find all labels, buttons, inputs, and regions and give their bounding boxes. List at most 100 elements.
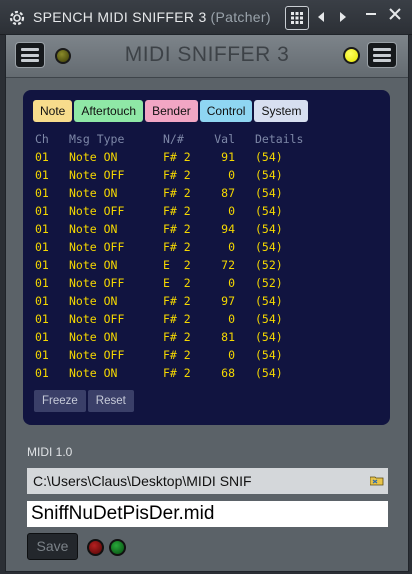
log-row: 01 Note OFF F# 2 0 (54) — [35, 310, 385, 328]
filter-aftertouch[interactable]: Aftertouch — [74, 100, 144, 122]
log-row: 01 Note ON E 2 72 (52) — [35, 256, 385, 274]
col-val: Val — [214, 132, 235, 146]
cell-val: 0 — [228, 240, 235, 254]
cell-ch: 01 — [35, 186, 49, 200]
minimize-icon[interactable] — [366, 13, 376, 15]
menu-right-button[interactable] — [367, 42, 397, 68]
cell-note: F# 2 — [163, 366, 191, 380]
folder-path-field[interactable]: C:\Users\Claus\Desktop\MIDI SNIF — [27, 468, 388, 494]
cell-note: E 2 — [163, 276, 191, 290]
filter-system[interactable]: System — [254, 100, 309, 122]
reset-button[interactable]: Reset — [87, 390, 134, 412]
cell-msg-type: Note OFF — [69, 168, 125, 182]
status-led-red — [87, 539, 104, 556]
cell-val: 0 — [228, 168, 235, 182]
grid-icon[interactable] — [285, 6, 309, 30]
cell-ch: 01 — [35, 312, 49, 326]
cell-note: F# 2 — [163, 330, 191, 344]
close-icon[interactable] — [388, 7, 402, 21]
cell-ch: 01 — [35, 150, 49, 164]
log-header: Ch Msg Type N/# Val Details — [35, 130, 385, 148]
log-row: 01 Note ON F# 2 87 (54) — [35, 184, 385, 202]
cell-details: (54) — [255, 312, 283, 326]
log-row: 01 Note ON F# 2 94 (54) — [35, 220, 385, 238]
cell-msg-type: Note ON — [69, 186, 118, 200]
cell-val: 72 — [221, 258, 235, 272]
log-row: 01 Note OFF F# 2 0 (54) — [35, 166, 385, 184]
cell-ch: 01 — [35, 366, 49, 380]
cell-val: 0 — [228, 204, 235, 218]
message-log: Ch Msg Type N/# Val Details 01 Note ON F# … — [35, 130, 385, 382]
plugin-header: MIDI SNIFFER 3 — [6, 35, 408, 78]
cell-val: 87 — [221, 186, 235, 200]
gear-icon[interactable] — [8, 9, 26, 27]
log-row: 01 Note ON F# 2 91 (54) — [35, 148, 385, 166]
cell-details: (54) — [255, 186, 283, 200]
cell-msg-type: Note OFF — [69, 348, 125, 362]
cell-note: F# 2 — [163, 294, 191, 308]
cell-val: 94 — [221, 222, 235, 236]
log-row: 01 Note OFF E 2 0 (52) — [35, 274, 385, 292]
window-title-text: SPENCH MIDI SNIFFER 3 — [33, 9, 207, 25]
cell-note: F# 2 — [163, 348, 191, 362]
cell-val: 81 — [221, 330, 235, 344]
filename-field[interactable]: SniffNuDetPisDer.mid — [27, 501, 388, 527]
cell-ch: 01 — [35, 294, 49, 308]
col-ch: Ch — [35, 132, 49, 146]
activity-led-right — [343, 47, 360, 64]
log-row: 01 Note OFF F# 2 0 (54) — [35, 202, 385, 220]
cell-details: (54) — [255, 168, 283, 182]
midi-version-label: MIDI 1.0 — [27, 445, 73, 459]
folder-path-text: C:\Users\Claus\Desktop\MIDI SNIF — [33, 473, 252, 489]
cell-msg-type: Note ON — [69, 294, 118, 308]
cell-msg-type: Note ON — [69, 222, 118, 236]
log-row: 01 Note OFF F# 2 0 (54) — [35, 238, 385, 256]
log-row: 01 Note ON F# 2 81 (54) — [35, 328, 385, 346]
cell-ch: 01 — [35, 330, 49, 344]
cell-val: 0 — [228, 312, 235, 326]
arrow-right-icon[interactable] — [340, 12, 346, 22]
cell-ch: 01 — [35, 240, 49, 254]
cell-details: (54) — [255, 330, 283, 344]
cell-msg-type: Note ON — [69, 366, 118, 380]
window-titlebar: SPENCH MIDI SNIFFER 3 (Patcher) — [0, 0, 412, 35]
cell-val: 91 — [221, 150, 235, 164]
cell-ch: 01 — [35, 258, 49, 272]
cell-msg-type: Note ON — [69, 150, 118, 164]
folder-icon[interactable] — [370, 475, 384, 486]
status-led-green — [109, 539, 126, 556]
filter-control[interactable]: Control — [199, 100, 253, 122]
filter-bender[interactable]: Bender — [145, 100, 198, 122]
cell-val: 0 — [228, 276, 235, 290]
monitor-actions: Freeze Reset — [34, 390, 134, 412]
cell-msg-type: Note OFF — [69, 240, 125, 254]
cell-msg-type: Note ON — [69, 258, 118, 272]
cell-msg-type: Note OFF — [69, 204, 125, 218]
freeze-button[interactable]: Freeze — [34, 390, 86, 412]
cell-details: (54) — [255, 222, 283, 236]
save-button[interactable]: Save — [27, 533, 78, 560]
col-details: Details — [255, 132, 304, 146]
cell-details: (52) — [255, 276, 283, 290]
arrow-left-icon[interactable] — [318, 12, 324, 22]
log-row: 01 Note OFF F# 2 0 (54) — [35, 346, 385, 364]
cell-ch: 01 — [35, 168, 49, 182]
midi-monitor: Note Aftertouch Bender Control System Ch… — [23, 90, 390, 425]
plugin-panel: MIDI SNIFFER 3 Note Aftertouch Bender Co… — [5, 34, 409, 572]
cell-val: 0 — [228, 348, 235, 362]
col-msg-type: Msg Type — [69, 132, 125, 146]
cell-ch: 01 — [35, 204, 49, 218]
log-row: 01 Note ON F# 2 68 (54) — [35, 364, 385, 382]
filter-tabs: Note Aftertouch Bender Control System — [33, 100, 309, 122]
cell-details: (54) — [255, 366, 283, 380]
cell-val: 68 — [221, 366, 235, 380]
cell-note: F# 2 — [163, 186, 191, 200]
col-note: N/# — [163, 132, 184, 146]
filter-note[interactable]: Note — [33, 100, 73, 122]
cell-note: F# 2 — [163, 150, 191, 164]
cell-details: (54) — [255, 348, 283, 362]
cell-ch: 01 — [35, 348, 49, 362]
cell-details: (54) — [255, 204, 283, 218]
cell-note: F# 2 — [163, 168, 191, 182]
cell-details: (52) — [255, 258, 283, 272]
